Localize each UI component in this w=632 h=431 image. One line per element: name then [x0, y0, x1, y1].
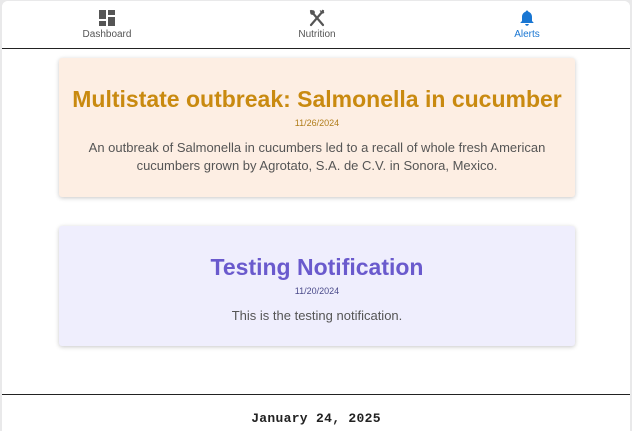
alert-body: An outbreak of Salmonella in cucumbers l… [88, 140, 546, 173]
alert-card: Multistate outbreak: Salmonella in cucum… [59, 58, 575, 197]
bell-icon [520, 10, 534, 26]
footer-date: January 24, 2025 [251, 411, 381, 426]
alert-date: 11/26/2024 [294, 118, 340, 128]
alert-card: Testing Notification 11/20/2024 This is … [59, 226, 575, 346]
alert-title: Testing Notification [210, 254, 424, 280]
nav-label-dashboard: Dashboard [82, 29, 132, 40]
footer: January 24, 2025 [2, 394, 630, 431]
utensils-icon [309, 9, 325, 27]
nav-item-dashboard[interactable]: Dashboard [47, 9, 167, 40]
alert-title: Multistate outbreak: Salmonella in cucum… [72, 86, 562, 112]
dashboard-icon [99, 10, 115, 26]
nav-label-nutrition: Nutrition [298, 29, 336, 40]
nav-item-alerts[interactable]: Alerts [467, 9, 587, 40]
app-window: Dashboard Nutrition Alerts Multistate ou… [2, 1, 630, 431]
nav-item-nutrition[interactable]: Nutrition [257, 9, 377, 40]
alert-body: This is the testing notification. [231, 308, 403, 323]
top-navigation: Dashboard Nutrition Alerts [2, 1, 630, 49]
nav-label-alerts: Alerts [514, 29, 540, 40]
alert-date: 11/20/2024 [294, 286, 340, 296]
